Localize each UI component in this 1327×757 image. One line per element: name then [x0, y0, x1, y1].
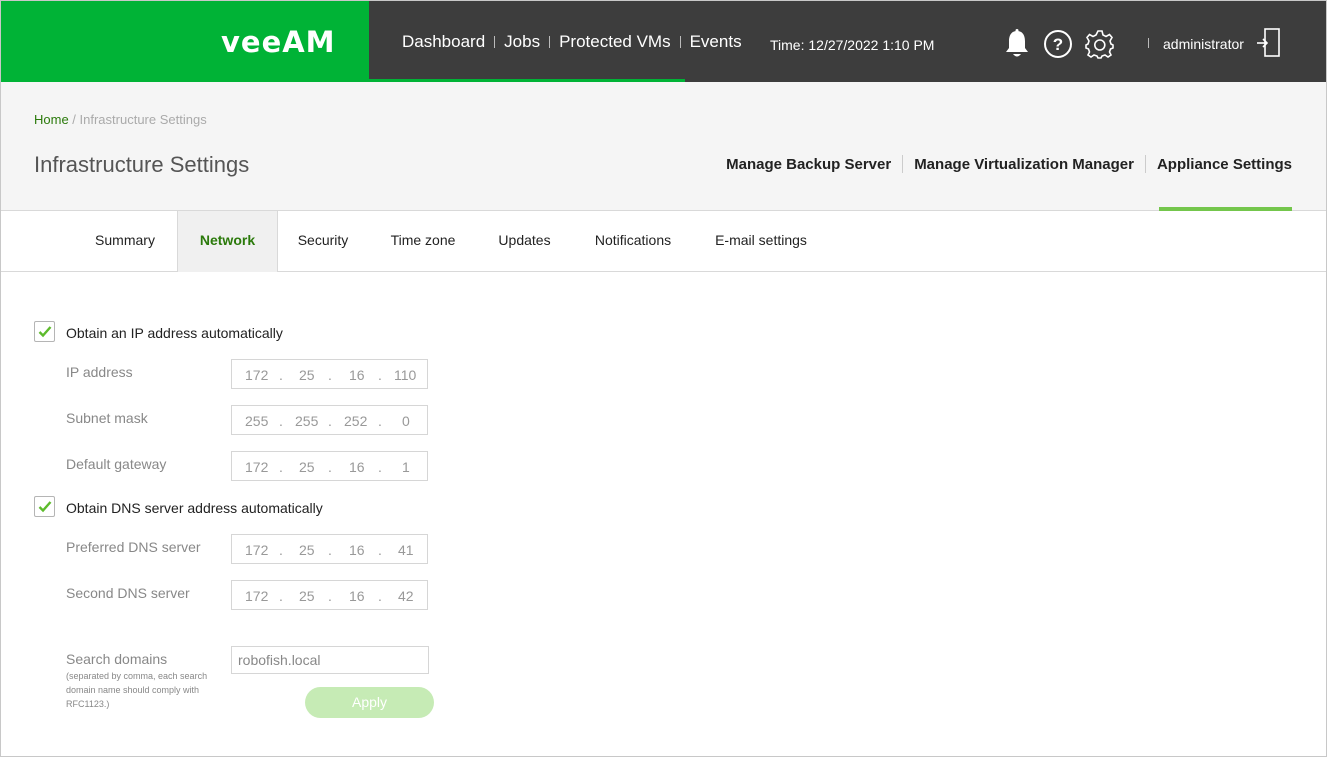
ip-dot: .: [378, 367, 382, 383]
nav-separator: [549, 36, 551, 48]
ip-address-field[interactable]: 172 . 25 . 16 . 110: [231, 359, 428, 389]
tab-security[interactable]: Security: [285, 211, 361, 271]
ip-octet: 172: [245, 367, 269, 383]
ip-octet: 25: [299, 588, 315, 604]
ip-octet: 0: [402, 413, 410, 429]
ip-octet: 25: [299, 459, 315, 475]
second-dns-label: Second DNS server: [66, 585, 190, 601]
top-bar: veeAM Dashboard Jobs Protected VMs Event…: [1, 1, 1326, 82]
ip-octet: 42: [398, 588, 414, 604]
ip-octet: 172: [245, 542, 269, 558]
obtain-dns-label[interactable]: Obtain DNS server address automatically: [66, 500, 323, 516]
gear-icon[interactable]: [1085, 29, 1115, 59]
default-gateway-field[interactable]: 172 . 25 . 16 . 1: [231, 451, 428, 481]
search-domains-hint: (separated by comma, each search domain …: [66, 671, 208, 709]
bell-icon[interactable]: [1003, 29, 1031, 59]
help-icon[interactable]: ?: [1043, 29, 1073, 59]
veeam-logo[interactable]: veeAM: [221, 25, 336, 59]
breadcrumb-home[interactable]: Home: [34, 112, 69, 127]
checkmark-icon: [38, 326, 52, 338]
subnet-mask-label: Subnet mask: [66, 410, 148, 426]
ip-octet: 25: [299, 542, 315, 558]
app-window: veeAM Dashboard Jobs Protected VMs Event…: [0, 0, 1327, 757]
second-dns-field[interactable]: 172 . 25 . 16 . 42: [231, 580, 428, 610]
ip-dot: .: [328, 413, 332, 429]
server-time: Time: 12/27/2022 1:10 PM: [770, 37, 935, 53]
nav-separator: [494, 36, 496, 48]
management-separator: [902, 155, 904, 173]
ip-octet: 16: [349, 588, 365, 604]
ip-octet: 16: [349, 542, 365, 558]
manage-virtualization-manager-link[interactable]: Manage Virtualization Manager: [914, 156, 1134, 173]
manage-backup-server-link[interactable]: Manage Backup Server: [726, 156, 891, 173]
tab-network[interactable]: Network: [177, 211, 278, 272]
ip-octet: 1: [402, 459, 410, 475]
preferred-dns-label: Preferred DNS server: [66, 539, 201, 555]
ip-dot: .: [279, 459, 283, 475]
user-name[interactable]: administrator: [1163, 36, 1244, 52]
obtain-dns-checkbox[interactable]: [34, 496, 55, 517]
ip-dot: .: [328, 542, 332, 558]
logo-block: veeAM: [1, 1, 369, 82]
page-header: Home / Infrastructure Settings Infrastru…: [1, 82, 1326, 211]
ip-dot: .: [378, 413, 382, 429]
subnet-mask-field[interactable]: 255 . 255 . 252 . 0: [231, 405, 428, 435]
ip-dot: .: [378, 542, 382, 558]
tab-time-zone[interactable]: Time zone: [379, 211, 467, 271]
appliance-settings-link[interactable]: Appliance Settings: [1157, 156, 1292, 173]
logout-icon[interactable]: [1257, 28, 1281, 58]
management-separator: [1144, 155, 1146, 173]
breadcrumb-current: / Infrastructure Settings: [68, 112, 207, 127]
apply-button[interactable]: Apply: [305, 687, 434, 718]
ip-octet: 255: [245, 413, 269, 429]
preferred-dns-field[interactable]: 172 . 25 . 16 . 41: [231, 534, 428, 564]
ip-dot: .: [279, 413, 283, 429]
nav-events[interactable]: Events: [690, 32, 742, 52]
ip-octet: 252: [344, 413, 368, 429]
ip-octet: 172: [245, 459, 269, 475]
default-gateway-label: Default gateway: [66, 456, 167, 472]
top-navigation: Dashboard Jobs Protected VMs Events: [402, 32, 742, 52]
obtain-ip-checkbox[interactable]: [34, 321, 55, 342]
settings-tabs: Summary Network Security Time zone Updat…: [1, 211, 1326, 272]
ip-dot: .: [328, 459, 332, 475]
user-separator: [1148, 38, 1149, 48]
ip-octet: 25: [299, 367, 315, 383]
ip-octet: 16: [349, 367, 365, 383]
ip-dot: .: [328, 588, 332, 604]
ip-octet: 110: [394, 367, 417, 383]
breadcrumb: Home / Infrastructure Settings: [34, 112, 207, 127]
ip-dot: .: [279, 367, 283, 383]
ip-octet: 16: [349, 459, 365, 475]
ip-octet: 172: [245, 588, 269, 604]
ip-address-label: IP address: [66, 364, 133, 380]
ip-octet: 41: [398, 542, 414, 558]
search-domains-label: Search domains: [66, 651, 168, 667]
svg-text:?: ?: [1053, 35, 1063, 54]
tab-notifications[interactable]: Notifications: [583, 211, 683, 271]
tab-updates[interactable]: Updates: [487, 211, 562, 271]
nav-dashboard[interactable]: Dashboard: [402, 32, 485, 52]
ip-octet: 255: [295, 413, 319, 429]
ip-dot: .: [328, 367, 332, 383]
ip-dot: .: [279, 588, 283, 604]
tab-summary[interactable]: Summary: [81, 211, 169, 271]
nav-jobs[interactable]: Jobs: [504, 32, 540, 52]
nav-protected-vms[interactable]: Protected VMs: [559, 32, 671, 52]
tab-email-settings[interactable]: E-mail settings: [703, 211, 819, 271]
management-links: Manage Backup Server Manage Virtualizati…: [726, 155, 1292, 173]
obtain-ip-label[interactable]: Obtain an IP address automatically: [66, 325, 283, 341]
page-title: Infrastructure Settings: [34, 152, 250, 177]
ip-dot: .: [279, 542, 283, 558]
ip-dot: .: [378, 588, 382, 604]
ip-dot: .: [378, 459, 382, 475]
checkmark-icon: [38, 501, 52, 513]
search-domains-input[interactable]: robofish.local: [231, 646, 429, 674]
nav-separator: [679, 36, 681, 48]
